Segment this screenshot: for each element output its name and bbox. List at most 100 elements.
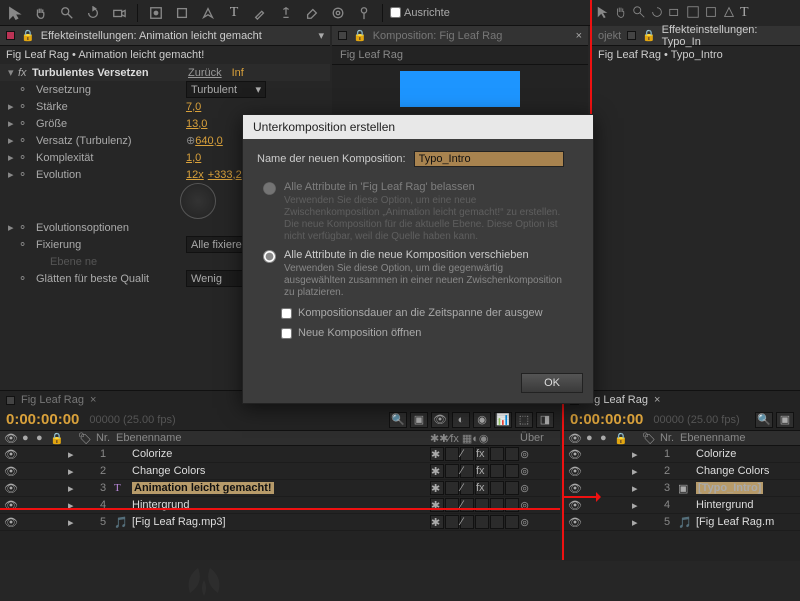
hand-tool-icon[interactable] [30, 2, 52, 24]
close-icon[interactable]: × [576, 30, 582, 42]
panel-color-icon [6, 396, 15, 405]
comp-button-icon[interactable]: ▣ [776, 412, 794, 428]
pen-tool-icon[interactable] [197, 2, 219, 24]
radio-leave [263, 182, 276, 195]
eraser-tool-icon[interactable] [301, 2, 323, 24]
panel-menu-icon[interactable]: ▾ [318, 29, 324, 42]
comp-tab[interactable]: Komposition: Fig Leaf Rag [373, 30, 503, 42]
anchor-tool-icon[interactable] [686, 5, 700, 22]
clone-tool-icon[interactable] [275, 2, 297, 24]
lock-icon[interactable]: 🔒 [642, 29, 656, 42]
rotate-tool-icon[interactable] [82, 2, 104, 24]
right-breadcrumb: Fig Leaf Rag • Typo_Intro [592, 46, 800, 64]
lock-column-icon[interactable]: 🔒 [50, 432, 68, 445]
effects-tab[interactable]: Effekteinstellungen: Animation leicht ge… [41, 30, 262, 42]
brush-tool-icon[interactable] [249, 2, 271, 24]
selection-tool-icon[interactable] [4, 2, 26, 24]
effect-property-row[interactable]: ▸⚬Stärke7,0 [0, 98, 330, 115]
timeline-panel-right: Fig Leaf Rag × 0:00:00:00 00000 (25.00 f… [562, 390, 800, 560]
fps-label: 00000 (25.00 fps) [89, 414, 175, 426]
comp-panel-header: 🔒 Komposition: Fig Leaf Rag × [332, 26, 588, 46]
roto-tool-icon[interactable] [327, 2, 349, 24]
panel-color-icon [338, 31, 347, 40]
visibility-toggle[interactable]: 👁 [0, 448, 22, 461]
ausrichten-toggle[interactable]: Ausrichte [390, 7, 450, 19]
layer-row[interactable]: 👁▸3TAnimation leicht gemacht!✱∕fx⊚ [0, 480, 560, 497]
hand-tool-icon[interactable] [614, 5, 628, 22]
comp-button-icon[interactable]: ▣ [410, 412, 428, 428]
pen-tool-icon[interactable] [722, 5, 736, 22]
motion-blur-icon[interactable]: ◉ [473, 412, 491, 428]
close-icon[interactable]: × [654, 394, 660, 406]
ok-button[interactable]: OK [521, 373, 583, 393]
selection-tool-icon[interactable] [596, 5, 610, 22]
fps-label: 00000 (25.00 fps) [653, 414, 739, 426]
visibility-toggle[interactable]: 👁 [564, 499, 586, 512]
camera-tool-icon[interactable] [668, 5, 682, 22]
timeline-tab[interactable]: Fig Leaf Rag [585, 394, 648, 406]
shy-icon[interactable]: 👁 [431, 412, 449, 428]
close-icon[interactable]: × [90, 394, 96, 406]
zoom-tool-icon[interactable] [56, 2, 78, 24]
visibility-toggle[interactable]: 👁 [0, 482, 22, 495]
current-time[interactable]: 0:00:00:00 [6, 411, 79, 428]
visibility-toggle[interactable]: 👁 [564, 448, 586, 461]
type-tool-icon[interactable]: T [740, 5, 749, 21]
current-time[interactable]: 0:00:00:00 [570, 411, 643, 428]
layer-row[interactable]: 👁▸5🎵[Fig Leaf Rag.mp3]✱∕⊚ [0, 514, 560, 531]
search-icon[interactable]: 🔍 [755, 412, 773, 428]
anchor-tool-icon[interactable] [145, 2, 167, 24]
evolution-dial[interactable] [180, 183, 216, 219]
camera-tool-icon[interactable] [108, 2, 130, 24]
effect-header-row[interactable]: ▾ fx Turbulentes Versetzen Zurück Inf [0, 64, 330, 81]
frame-blend-icon[interactable]: ◐ [452, 412, 470, 428]
shape-tool-icon[interactable] [171, 2, 193, 24]
comp-preview[interactable] [400, 71, 520, 107]
layer-row[interactable]: 👁▸2Change Colors✱∕fx⊚ [0, 463, 560, 480]
visibility-toggle[interactable]: 👁 [0, 465, 22, 478]
property-select[interactable]: Turbulent▾ [186, 81, 266, 98]
timeline-toolbar: 🔍 ▣ 👁 ◐ ◉ 📊 ⬚ ◨ [389, 412, 554, 428]
app-toolbar-right: T [590, 0, 800, 26]
eye-column-icon[interactable]: 👁 [0, 432, 22, 445]
visibility-toggle[interactable]: 👁 [564, 516, 586, 529]
radio-move[interactable] [263, 250, 276, 263]
effects-breadcrumb: Fig Leaf Rag • Animation leicht gemacht! [0, 46, 330, 64]
panel-color-icon [627, 31, 636, 40]
timeline-panel-left: Fig Leaf Rag × 0:00:00:00 00000 (25.00 f… [0, 390, 560, 560]
visibility-toggle[interactable]: 👁 [0, 516, 22, 529]
shape-tool-icon[interactable] [704, 5, 718, 22]
layer-row[interactable]: 👁▸1Colorize✱∕fx⊚ [0, 446, 560, 463]
effects-tab-right[interactable]: Effekteinstellungen: Typo_In [662, 24, 794, 48]
draft-icon[interactable]: ⬚ [515, 412, 533, 428]
timeline-tab[interactable]: Fig Leaf Rag [21, 394, 84, 406]
layer-row[interactable]: 👁▸2Change Colors [564, 463, 800, 480]
rotate-tool-icon[interactable] [650, 5, 664, 22]
type-tool-icon[interactable]: T [223, 2, 245, 24]
layer-row[interactable]: 👁▸4Hintergrund✱∕⊚ [0, 497, 560, 514]
option-move-attributes[interactable]: Alle Attribute in die neue Komposition v… [263, 249, 579, 299]
effects-panel-right: ojekt 🔒 Effekteinstellungen: Typo_In Fig… [590, 26, 800, 366]
3d-icon[interactable]: ◨ [536, 412, 554, 428]
effect-property-row[interactable]: ⚬VersetzungTurbulent▾ [0, 81, 330, 98]
search-icon[interactable]: 🔍 [389, 412, 407, 428]
project-tab[interactable]: ojekt [598, 30, 621, 42]
reset-link[interactable]: Zurück [188, 67, 222, 79]
open-new-comp-checkbox[interactable]: Neue Komposition öffnen [281, 327, 579, 339]
zoom-tool-icon[interactable] [632, 5, 646, 22]
comp-name-input[interactable] [414, 151, 564, 167]
lock-icon[interactable]: 🔒 [21, 29, 35, 42]
pin-tool-icon[interactable] [353, 2, 375, 24]
adjust-duration-checkbox[interactable]: Kompositionsdauer an die Zeitspanne der … [281, 307, 579, 319]
visibility-toggle[interactable]: 👁 [564, 482, 586, 495]
graph-icon[interactable]: 📊 [494, 412, 512, 428]
layer-row[interactable]: 👁▸5🎵[Fig Leaf Rag.m [564, 514, 800, 531]
layer-row[interactable]: 👁▸1Colorize [564, 446, 800, 463]
timeline-columns: 👁 ●● 🔒 🏷 Nr. Ebenenname ✱✱∕fx ▦◐◉ Über [0, 430, 560, 446]
effects-panel-header: 🔒 Effekteinstellungen: Animation leicht … [0, 26, 330, 46]
comp-breadcrumb[interactable]: Fig Leaf Rag [332, 46, 588, 65]
visibility-toggle[interactable]: 👁 [564, 465, 586, 478]
option-leave-attributes: Alle Attribute in 'Fig Leaf Rag' belasse… [263, 181, 579, 243]
lock-icon[interactable]: 🔒 [353, 29, 367, 42]
annotation-arrow [562, 496, 600, 498]
